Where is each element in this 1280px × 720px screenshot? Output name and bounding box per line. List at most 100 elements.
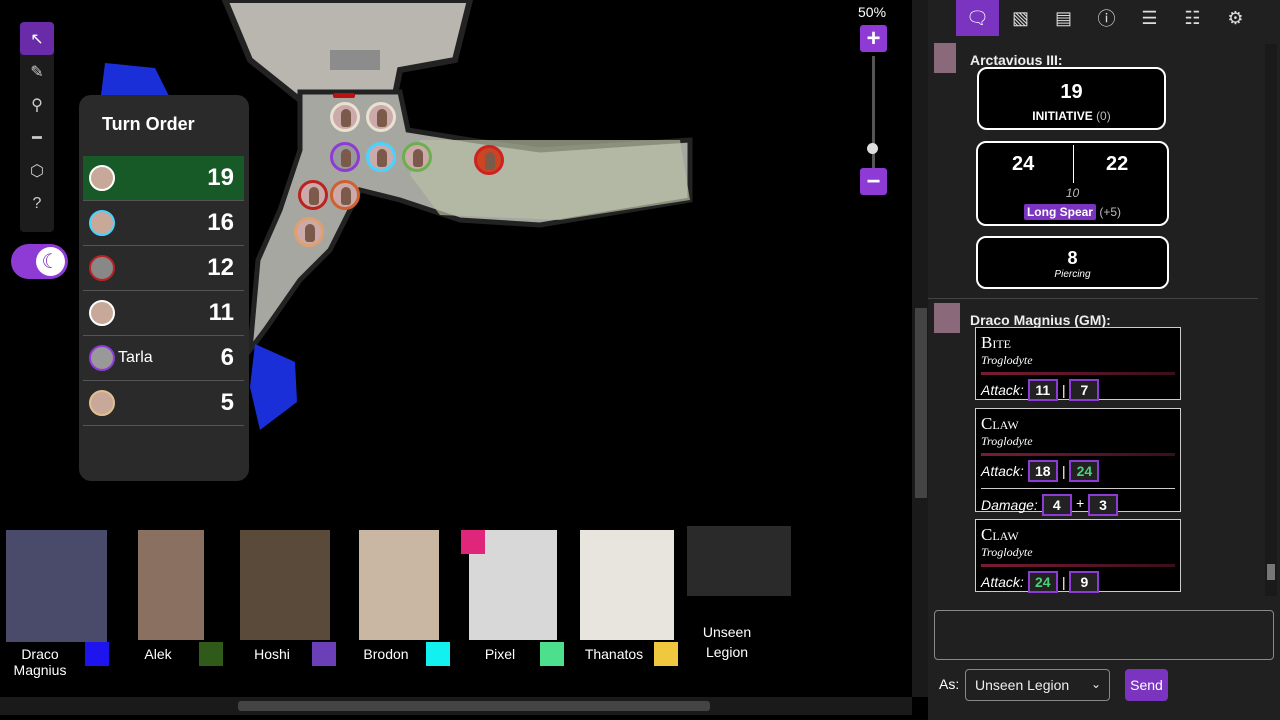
decks-icon[interactable]: ☰ bbox=[1128, 0, 1171, 36]
attack-name: Bite bbox=[981, 333, 1011, 352]
player-card[interactable]: Alek bbox=[138, 526, 223, 666]
list-icon[interactable]: ☷ bbox=[1171, 0, 1214, 36]
avatar bbox=[89, 255, 115, 281]
select-icon[interactable]: ↖ bbox=[20, 22, 54, 55]
player-color-swatch bbox=[312, 642, 336, 666]
token[interactable] bbox=[330, 102, 360, 132]
token[interactable] bbox=[366, 102, 396, 132]
attack-label: Attack: bbox=[981, 463, 1024, 479]
avatar bbox=[89, 210, 115, 236]
attack-roll-2[interactable]: 24 bbox=[1069, 460, 1100, 482]
player-color-swatch bbox=[199, 642, 223, 666]
ruler-icon[interactable]: ━ bbox=[20, 121, 54, 154]
token[interactable] bbox=[330, 142, 360, 172]
player-name: Draco Magnius bbox=[13, 646, 67, 678]
scrollbar-thumb[interactable] bbox=[1267, 564, 1275, 580]
attack-source: Troglodyte bbox=[981, 434, 1033, 448]
zoom-icon[interactable]: ⚲ bbox=[20, 88, 54, 121]
token[interactable] bbox=[330, 180, 360, 210]
chat-log[interactable]: Arctavious III: 19 INITIATIVE (0) 24 22 … bbox=[928, 40, 1268, 600]
token[interactable] bbox=[366, 142, 396, 172]
turn-order-row[interactable]: 19 bbox=[83, 156, 244, 201]
turn-order-panel: Turn Order 19 16 12 11 Tarla 6 5 bbox=[79, 95, 249, 481]
initiative-value: 6 bbox=[220, 344, 234, 371]
player-card[interactable]: Brodon bbox=[359, 526, 450, 666]
scrollbar-thumb[interactable] bbox=[915, 308, 927, 498]
tool-palette: ↖ ✎ ⚲ ━ ⬡ ? bbox=[20, 22, 54, 232]
player-name: Thanatos bbox=[584, 646, 644, 662]
info-icon[interactable]: ⓘ bbox=[1085, 0, 1128, 36]
player-portrait bbox=[687, 526, 791, 596]
token-hp-bar bbox=[333, 93, 355, 98]
turn-order-name: Tarla bbox=[118, 349, 153, 366]
initiative-value: 19 bbox=[207, 164, 234, 191]
initiative-value: 16 bbox=[207, 209, 234, 236]
turn-order-title: Turn Order bbox=[102, 114, 195, 134]
send-button[interactable]: Send bbox=[1125, 669, 1168, 701]
token[interactable] bbox=[298, 180, 328, 210]
turn-order-row[interactable]: 12 bbox=[83, 246, 244, 291]
token[interactable] bbox=[474, 145, 504, 175]
damage-roll-2[interactable]: 3 bbox=[1088, 494, 1118, 516]
attack-roll-1[interactable]: 11 bbox=[1027, 379, 1058, 401]
journal-icon[interactable]: ▤ bbox=[1042, 0, 1085, 36]
zoom-slider-handle[interactable] bbox=[867, 143, 878, 154]
speak-as-value: Unseen Legion bbox=[975, 677, 1070, 693]
player-card[interactable]: Draco Magnius bbox=[6, 526, 109, 678]
scrollbar-thumb[interactable] bbox=[238, 701, 710, 711]
turn-order-row[interactable]: 11 bbox=[83, 291, 244, 336]
horizontal-scrollbar[interactable] bbox=[0, 697, 912, 715]
player-name: Pixel bbox=[484, 646, 516, 662]
message-speaker: Draco Magnius (GM): bbox=[970, 312, 1111, 328]
help-icon[interactable]: ? bbox=[20, 187, 54, 220]
player-card[interactable]: Hoshi bbox=[240, 526, 336, 666]
player-name: Hoshi bbox=[254, 646, 290, 662]
player-color-swatch bbox=[85, 642, 109, 666]
day-night-toggle[interactable]: ☾ bbox=[11, 244, 68, 279]
attack-label: Attack: bbox=[981, 382, 1024, 398]
speak-as-select[interactable]: Unseen Legion ⌄ bbox=[965, 669, 1110, 701]
attack-card: Claw Troglodyte Attack: 18 | 24 Damage: 4… bbox=[975, 408, 1181, 516]
attack-source: Troglodyte bbox=[981, 545, 1033, 559]
player-name: Unseen Legion bbox=[702, 624, 752, 660]
player-card[interactable]: Thanatos bbox=[580, 526, 678, 666]
damage-roll-1[interactable]: 4 bbox=[1041, 494, 1072, 516]
attack-roll-1[interactable]: 18 bbox=[1027, 460, 1058, 482]
avatar bbox=[89, 165, 115, 191]
dice-icon[interactable]: ⬡ bbox=[20, 154, 54, 187]
attack-roll-1[interactable]: 24 bbox=[1027, 571, 1058, 593]
weapon-name: Long Spear bbox=[1023, 204, 1096, 220]
brush-icon[interactable]: ✎ bbox=[20, 55, 54, 88]
art-icon[interactable]: ▧ bbox=[999, 0, 1042, 36]
player-color-swatch bbox=[654, 642, 678, 666]
zoom-slider-track[interactable] bbox=[872, 56, 875, 172]
attack-roll-2[interactable]: 9 bbox=[1069, 571, 1100, 593]
weapon-modifier: (+5) bbox=[1099, 205, 1122, 219]
attack-card: Claw Troglodyte Attack: 24 | 9 bbox=[975, 519, 1181, 593]
zoom-out-button[interactable]: − bbox=[860, 168, 887, 195]
attack-roll-2[interactable]: 7 bbox=[1069, 379, 1100, 401]
avatar bbox=[89, 390, 115, 416]
settings-icon[interactable]: ⚙ bbox=[1214, 0, 1257, 36]
token[interactable] bbox=[294, 217, 324, 247]
attack-name: Claw bbox=[981, 525, 1019, 544]
moon-icon: ☾ bbox=[36, 247, 65, 276]
avatar bbox=[89, 300, 115, 326]
initiative-roll-box: 19 INITIATIVE (0) bbox=[977, 67, 1166, 130]
attack-source: Troglodyte bbox=[981, 353, 1033, 367]
turn-order-row[interactable]: Tarla 6 bbox=[83, 336, 244, 381]
chat-icon[interactable]: 🗨 bbox=[956, 0, 999, 36]
player-card[interactable]: Pixel bbox=[461, 526, 564, 666]
initiative-value: 12 bbox=[207, 254, 234, 281]
attack-name: Claw bbox=[981, 414, 1019, 433]
chat-scrollbar[interactable] bbox=[1265, 44, 1277, 596]
player-card[interactable]: Unseen Legion bbox=[687, 526, 791, 660]
blue-die-icon bbox=[250, 344, 297, 430]
player-portrait bbox=[359, 530, 439, 640]
turn-order-row[interactable]: 5 bbox=[83, 381, 244, 426]
sidebar-tabs: 🗨 ▧ ▤ ⓘ ☰ ☷ ⚙ bbox=[928, 0, 1280, 36]
chat-input[interactable] bbox=[934, 610, 1274, 660]
token[interactable] bbox=[402, 142, 432, 172]
zoom-in-button[interactable]: + bbox=[860, 25, 887, 52]
turn-order-row[interactable]: 16 bbox=[83, 201, 244, 246]
